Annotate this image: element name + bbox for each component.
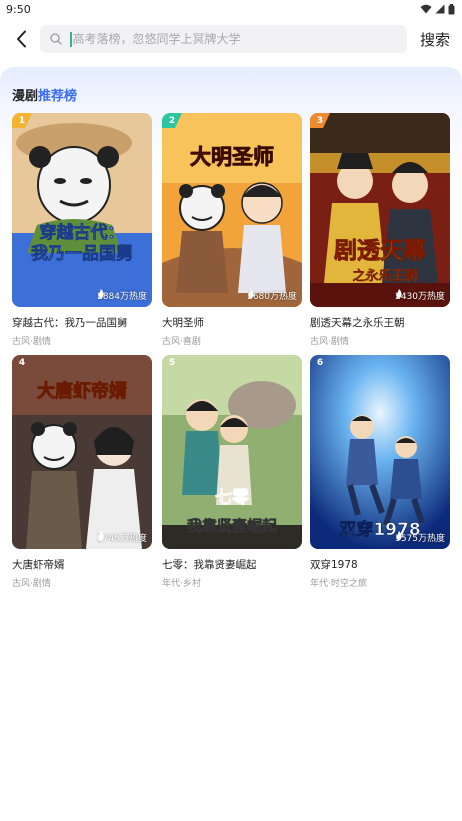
chevron-left-icon [17, 30, 26, 48]
flame-icon [98, 289, 104, 298]
cover-title: 剧透天幕 [334, 238, 427, 265]
cover-subtitle: 七零 [215, 488, 250, 509]
heat-count: 2680万热度 [247, 289, 297, 302]
drama-tags: 年代·乡村 [162, 579, 201, 589]
search-icon [50, 33, 62, 45]
text-cursor [70, 31, 72, 47]
heat-count: 2884万热度 [97, 289, 147, 302]
drama-tags: 古风·喜剧 [162, 337, 201, 347]
drama-cover[interactable]: 七零 我靠贤妻崛起 5 [162, 355, 302, 549]
search-input[interactable] [72, 32, 373, 46]
cover-subtitle: 之永乐王朝 [352, 269, 418, 284]
panel-title-highlight: 推荐榜 [38, 89, 78, 104]
signal-icon [435, 4, 445, 14]
drama-card[interactable]: 双穿1978 6 3575万热度 双穿1978 年代·时空之旅 [310, 355, 450, 589]
heat-count: 2745万热度 [97, 531, 147, 544]
drama-title: 大明圣师 [162, 317, 204, 329]
status-icons [420, 3, 455, 15]
cover-title: 大唐虾帝婿 [37, 381, 128, 403]
header: 搜索 [0, 20, 462, 58]
drama-title: 剧透天幕之永乐王朝 [310, 317, 405, 329]
drama-cover[interactable]: 双穿1978 6 3575万热度 [310, 355, 450, 549]
rank-badge: 5 [168, 357, 176, 368]
drama-cover[interactable]: 剧透天幕 之永乐王朝 3 2430万热度 [310, 113, 450, 307]
drama-card[interactable]: 七零 我靠贤妻崛起 5 七零：我靠贤妻崛起 年代·乡村 [162, 355, 302, 589]
flame-icon [248, 289, 254, 298]
drama-cover[interactable]: 大唐虾帝婿 4 2745万热度 [12, 355, 152, 549]
drama-tags: 古风·剧情 [12, 579, 51, 589]
drama-card[interactable]: 大明圣师 2 2680万热度 大明圣师 古风·喜剧 [162, 113, 302, 347]
drama-card[interactable]: 大唐虾帝婿 4 2745万热度 大唐虾帝婿 古风·剧情 [12, 355, 152, 589]
rank-badge: 4 [18, 357, 26, 368]
drama-tags: 古风·剧情 [310, 337, 349, 347]
cover-illustration [12, 113, 152, 307]
drama-title: 双穿1978 [310, 559, 358, 571]
status-bar: 9:50 [0, 0, 462, 18]
back-button[interactable] [10, 27, 34, 51]
search-button[interactable]: 搜索 [420, 29, 450, 50]
drama-cover[interactable]: 穿越古代： 我乃一品国舅 1 2884万热度 [12, 113, 152, 307]
drama-cover[interactable]: 大明圣师 2 2680万热度 [162, 113, 302, 307]
drama-title: 大唐虾帝婿 [12, 559, 65, 571]
drama-title: 穿越古代：我乃一品国舅 [12, 317, 128, 329]
cover-title: 我靠贤妻崛起 [186, 517, 278, 536]
drama-card[interactable]: 穿越古代： 我乃一品国舅 1 2884万热度 穿越古代：我乃一品国舅 古风·剧情 [12, 113, 152, 347]
heat-count: 3575万热度 [395, 531, 445, 544]
drama-title: 七零：我靠贤妻崛起 [162, 559, 257, 571]
battery-icon [448, 3, 455, 14]
ranking-panel: 漫剧推荐榜 穿越古代： 我乃一品国舅 1 2884万热度 穿越古代：我乃一品国舅… [0, 67, 462, 821]
heat-count: 2430万热度 [395, 289, 445, 302]
panel-title-prefix: 漫剧 [12, 89, 39, 104]
search-box[interactable] [40, 25, 407, 53]
flame-icon [396, 531, 402, 540]
page: 9:50 搜索 漫剧推荐榜 [0, 0, 462, 821]
wifi-icon [420, 4, 432, 14]
drama-card[interactable]: 剧透天幕 之永乐王朝 3 2430万热度 剧透天幕之永乐王朝 古风·剧情 [310, 113, 450, 347]
panel-title: 漫剧推荐榜 [12, 85, 77, 104]
cover-title: 大明圣师 [190, 145, 275, 170]
drama-tags: 古风·剧情 [12, 337, 51, 347]
cover-title: 穿越古代： 我乃一品国舅 [31, 223, 134, 265]
rank-badge: 6 [316, 357, 324, 368]
flame-icon [396, 289, 402, 298]
flame-icon [98, 531, 104, 540]
drama-tags: 年代·时空之旅 [310, 579, 367, 589]
status-time: 9:50 [6, 2, 31, 16]
